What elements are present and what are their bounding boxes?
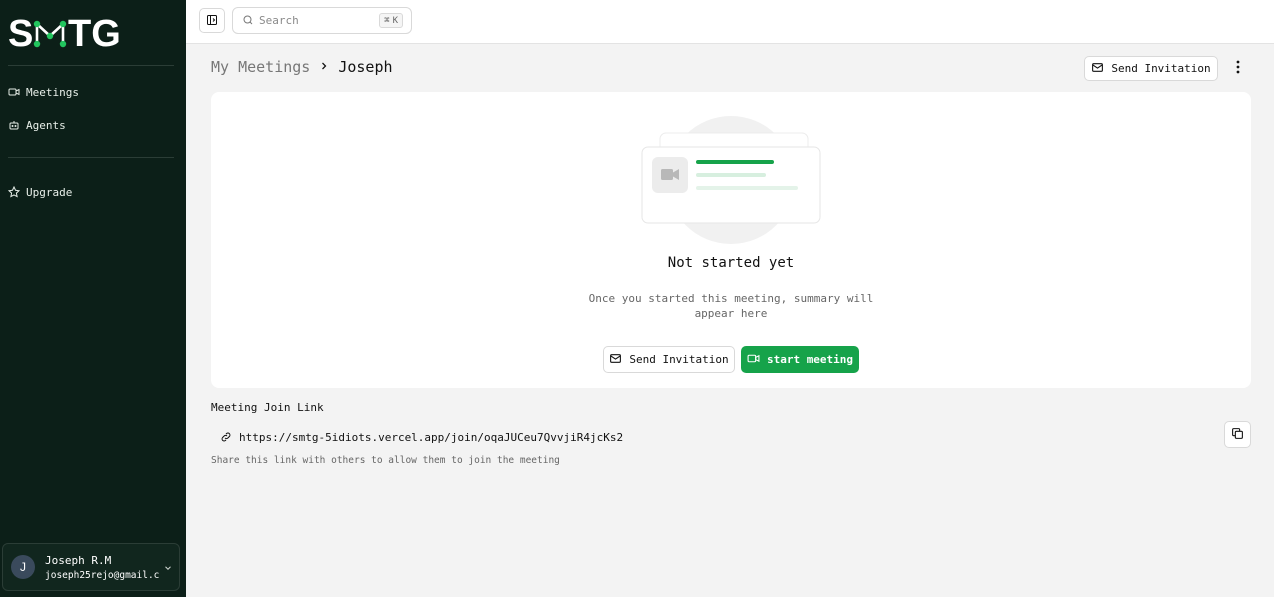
user-menu-button[interactable]: J Joseph R.M joseph25rejo@gmail.co	[2, 543, 180, 591]
video-icon	[661, 169, 679, 180]
shortcut-badge: ⌘ K	[379, 13, 403, 28]
empty-state-description: Once you started this meeting, summary w…	[588, 292, 874, 320]
join-link-url[interactable]: https://smtg-5idiots.vercel.app/join/oqa…	[239, 431, 623, 444]
sidebar-item-agents[interactable]: Agents	[8, 114, 66, 136]
send-invitation-label: Send Invitation	[1111, 62, 1211, 75]
chevron-right-icon	[318, 58, 330, 76]
start-meeting-label: start meeting	[766, 353, 854, 366]
smtg-logo-icon: S TG	[8, 13, 120, 52]
sidebar-item-meetings[interactable]: Meetings	[8, 81, 79, 103]
send-invitation-button[interactable]: Send Invitation	[603, 346, 735, 373]
search-placeholder: Search	[259, 14, 299, 27]
video-icon	[8, 86, 20, 98]
bot-icon	[8, 119, 20, 131]
sidebar-item-label: Agents	[26, 118, 66, 132]
svg-text:TG: TG	[68, 13, 120, 52]
video-icon	[747, 352, 760, 368]
send-invitation-button[interactable]: Send Invitation	[1084, 56, 1218, 81]
breadcrumb: My Meetings Joseph	[211, 58, 393, 76]
mail-icon	[609, 352, 622, 368]
app-logo[interactable]: S TG SMTG	[8, 12, 120, 52]
user-email: joseph25rejo@gmail.co	[45, 569, 159, 581]
top-bar: Search ⌘ K	[186, 0, 1274, 44]
join-link-hint: Share this link with others to allow the…	[211, 455, 560, 466]
sidebar-toggle-button[interactable]	[199, 8, 225, 33]
sidebar-item-label: Upgrade	[26, 185, 73, 199]
join-link-title: Meeting Join Link	[211, 401, 324, 414]
avatar: J	[11, 555, 35, 579]
user-name: Joseph R.M	[45, 553, 112, 567]
sidebar-item-upgrade[interactable]: Upgrade	[8, 181, 72, 203]
empty-state-title: Not started yet	[667, 255, 795, 271]
sidebar: S TG SMTG Meetings Agents	[0, 0, 186, 597]
join-link-row: https://smtg-5idiots.vercel.app/join/oqa…	[220, 428, 623, 447]
chevron-down-icon	[163, 558, 173, 577]
search-input[interactable]: Search ⌘ K	[232, 7, 412, 34]
start-meeting-button[interactable]: start meeting	[741, 346, 859, 373]
sidebar-divider	[8, 157, 174, 158]
mail-icon	[1091, 61, 1104, 77]
svg-text:S: S	[8, 13, 33, 52]
search-icon	[242, 11, 254, 30]
copy-link-button[interactable]	[1224, 421, 1251, 448]
copy-icon	[1231, 425, 1244, 444]
send-invitation-label: Send Invitation	[629, 353, 729, 366]
star-icon	[8, 186, 20, 198]
panel-left-icon	[206, 11, 218, 30]
meeting-status-card: Not started yet Once you started this me…	[211, 92, 1251, 388]
sidebar-divider	[8, 65, 174, 66]
breadcrumb-my-meetings[interactable]: My Meetings	[211, 58, 310, 76]
shortcut-key: K	[392, 15, 398, 26]
sidebar-item-label: Meetings	[26, 85, 79, 99]
breadcrumb-current[interactable]: Joseph	[338, 58, 392, 76]
link-icon	[220, 428, 232, 447]
more-vertical-icon	[1236, 59, 1240, 78]
more-options-button[interactable]	[1229, 57, 1247, 79]
command-key-icon: ⌘	[384, 15, 390, 26]
meeting-illustration	[640, 115, 822, 245]
